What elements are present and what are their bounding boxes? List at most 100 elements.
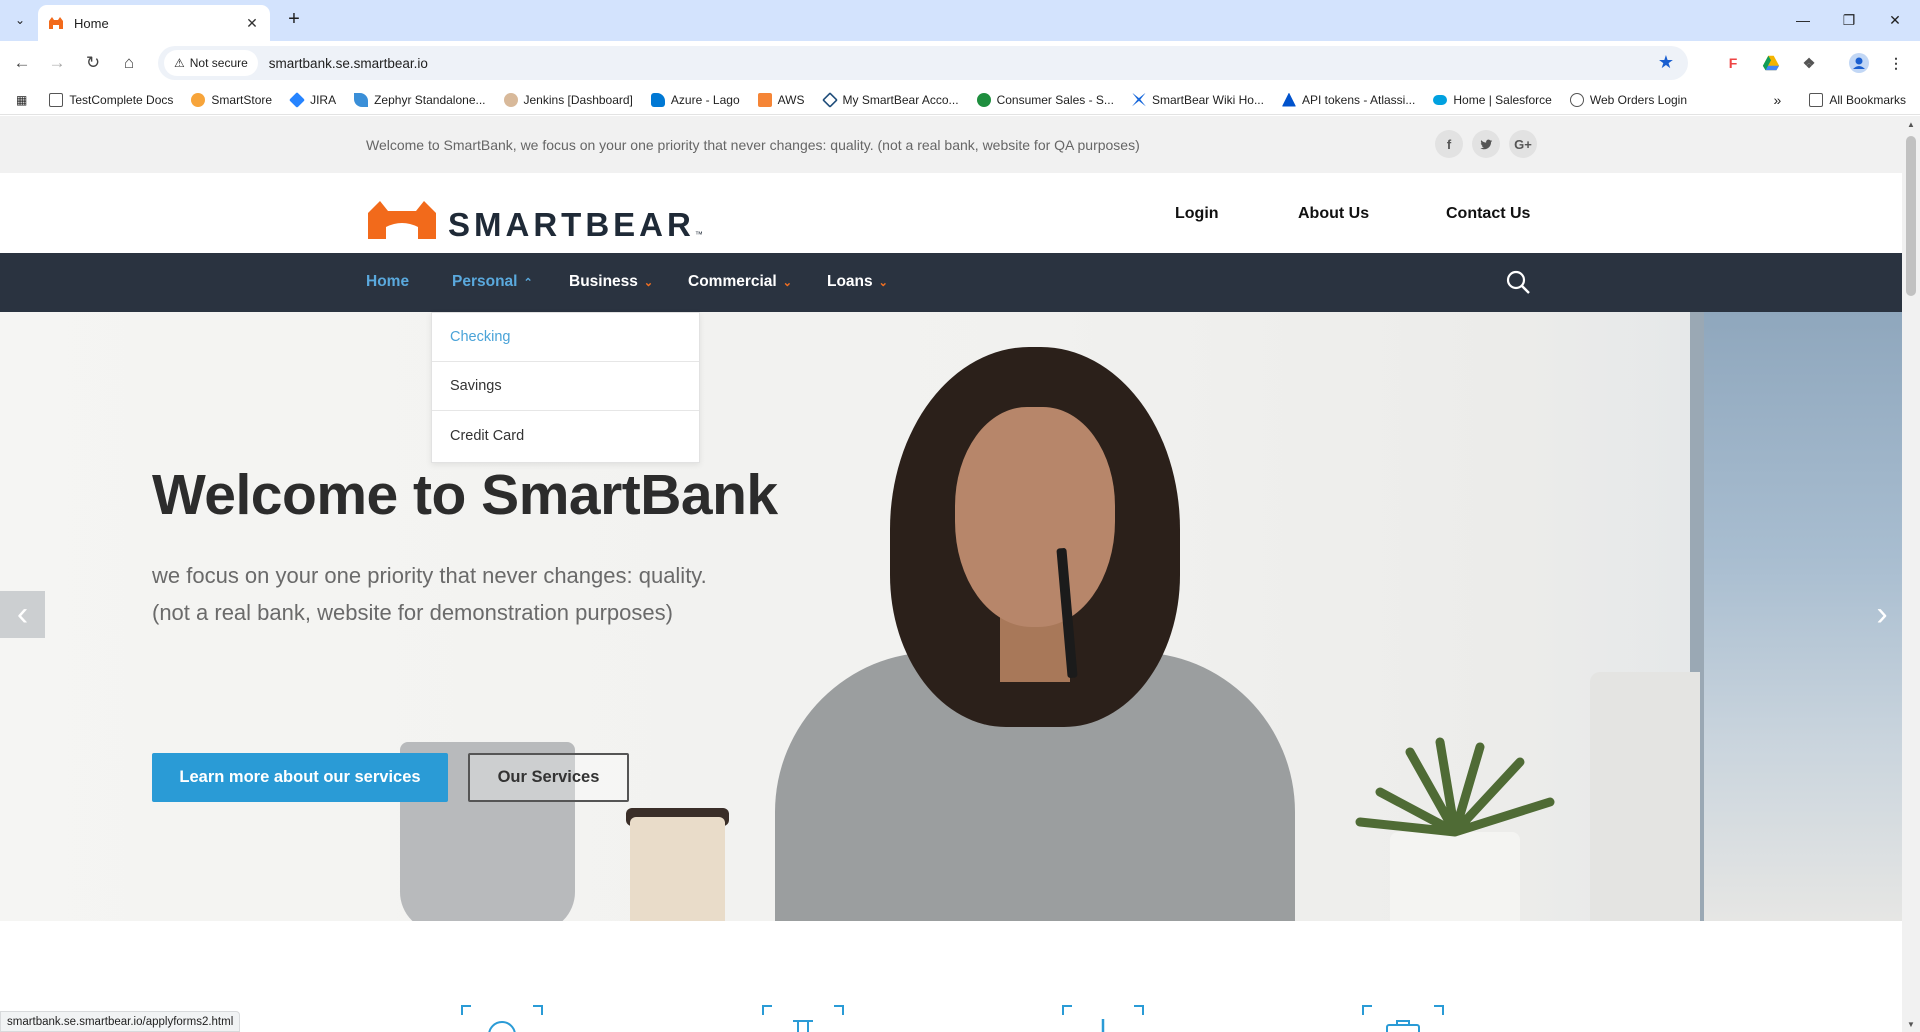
globe-icon [1569, 92, 1584, 107]
google-plus-icon[interactable]: G+ [1509, 130, 1537, 158]
site-info-chip[interactable]: ⚠ Not secure [164, 50, 258, 76]
reload-icon[interactable]: ↻ [80, 50, 106, 76]
nav-home[interactable]: Home [366, 273, 409, 291]
azure-icon [650, 92, 665, 107]
close-window-icon[interactable]: ✕ [1872, 0, 1918, 40]
tab-search-icon[interactable]: ⌄ [8, 8, 32, 32]
nav-loans[interactable]: Loans ⌄ [827, 273, 888, 291]
about-us-link[interactable]: About Us [1298, 205, 1369, 223]
hero-title: Welcome to SmartBank [152, 463, 778, 527]
bookmark-item[interactable]: Azure - Lago [650, 92, 740, 107]
nav-commercial-label: Commercial [688, 273, 777, 290]
minimize-icon[interactable]: — [1780, 0, 1826, 40]
aws-icon [757, 92, 772, 107]
laptop-image [1590, 672, 1700, 921]
smartstore-icon [191, 92, 206, 107]
home-icon[interactable]: ⌂ [116, 50, 142, 76]
web-page: Welcome to SmartBank, we focus on your o… [0, 116, 1902, 1032]
browser-toolbar: ← → ↻ ⌂ ⚠ Not secure smartbank.se.smartb… [0, 41, 1920, 85]
nav-commercial[interactable]: Commercial ⌄ [688, 273, 792, 291]
smartbear-icon [821, 91, 838, 108]
nav-loans-label: Loans [827, 273, 873, 290]
scroll-thumb[interactable] [1906, 136, 1916, 296]
hero-carousel: Welcome to SmartBank we focus on your on… [0, 312, 1902, 921]
status-url-bubble: smartbank.se.smartbear.io/applyforms2.ht… [0, 1011, 241, 1032]
hero-subtitle: we focus on your one priority that never… [152, 557, 852, 631]
facebook-icon[interactable]: f [1435, 130, 1463, 158]
salesforce-icon [1433, 94, 1448, 105]
bookmark-item[interactable]: Web Orders Login [1569, 92, 1687, 107]
bookmark-item[interactable]: TestComplete Docs [49, 92, 173, 107]
restore-icon[interactable]: ❐ [1826, 0, 1872, 40]
bookmark-item[interactable]: Zephyr Standalone... [354, 92, 486, 107]
page-scrollbar[interactable]: ▲ ▼ [1902, 116, 1920, 1032]
feature-icon-frame [762, 1005, 844, 1032]
google-drive-icon[interactable] [1761, 53, 1781, 73]
carousel-prev-icon[interactable]: ‹ [0, 591, 45, 638]
bookmark-star-icon[interactable]: ★ [1658, 52, 1674, 73]
bookmarks-bar: ▦ TestComplete Docs SmartStore JIRA Zeph… [0, 85, 1920, 115]
extensions-puzzle-icon[interactable]: ❖ [1799, 53, 1819, 73]
contact-us-link[interactable]: Contact Us [1446, 205, 1530, 223]
tab-close-icon[interactable]: ✕ [244, 15, 260, 32]
jira-icon [289, 91, 305, 108]
url-text[interactable]: smartbank.se.smartbear.io [269, 56, 428, 71]
nav-business-label: Business [569, 273, 638, 290]
bookmark-item[interactable]: API tokens - Atlassi... [1281, 92, 1415, 107]
personal-dropdown-menu: Checking Savings Credit Card [431, 312, 700, 463]
tab-title: Home [74, 15, 109, 31]
profile-avatar-icon[interactable] [1849, 53, 1869, 73]
our-services-button[interactable]: Our Services [468, 753, 629, 802]
folder-icon [49, 92, 64, 107]
search-icon[interactable] [1505, 269, 1531, 295]
forward-icon[interactable]: → [44, 50, 70, 76]
chevron-down-icon: ⌄ [878, 276, 888, 289]
bookmark-item[interactable]: Jenkins [Dashboard] [503, 92, 633, 107]
scroll-down-icon[interactable]: ▼ [1902, 1016, 1920, 1032]
browser-menu-icon[interactable]: ⋮ [1886, 53, 1906, 73]
confluence-icon [1131, 92, 1146, 107]
bookmark-item[interactable]: SmartBear Wiki Ho... [1131, 92, 1264, 107]
feature-icon-frame [461, 1005, 543, 1032]
chevron-up-icon: ⌃ [523, 276, 533, 289]
woman-face-image [955, 407, 1115, 627]
bookmarks-right: » All Bookmarks [1774, 92, 1906, 108]
new-tab-button[interactable]: + [282, 8, 306, 32]
apps-grid-icon[interactable]: ▦ [16, 93, 27, 107]
bookmark-item[interactable]: My SmartBear Acco... [821, 91, 959, 108]
topbar-welcome-text: Welcome to SmartBank, we focus on your o… [366, 137, 1140, 153]
feature-icon-frame [1362, 1005, 1444, 1032]
dropdown-item-checking[interactable]: Checking [432, 313, 699, 362]
chevron-down-icon: ⌄ [782, 276, 792, 289]
security-label: Not secure [189, 56, 248, 70]
logo-text: SMARTBEAR [448, 206, 695, 243]
address-bar[interactable]: ⚠ Not secure smartbank.se.smartbear.io ★ [158, 46, 1688, 80]
chevron-down-icon: ⌄ [643, 276, 654, 289]
login-link[interactable]: Login [1175, 205, 1219, 223]
site-header: SMARTBEAR ™ Login About Us Contact Us [0, 173, 1902, 253]
bookmark-item[interactable]: SmartStore [191, 92, 272, 107]
learn-more-button[interactable]: Learn more about our services [152, 753, 448, 802]
nav-personal[interactable]: Personal ⌃ [452, 273, 533, 291]
bookmark-item[interactable]: Home | Salesforce [1433, 93, 1552, 107]
site-topbar: Welcome to SmartBank, we focus on your o… [0, 116, 1902, 173]
bookmark-item[interactable]: Consumer Sales - S... [976, 92, 1114, 107]
dropdown-item-savings[interactable]: Savings [432, 362, 699, 411]
extension-f-icon[interactable]: F [1723, 53, 1743, 73]
bookmark-item[interactable]: AWS [757, 92, 805, 107]
main-navigation: Home Personal ⌃ Business ⌄ Commercial ⌄ … [0, 253, 1902, 312]
back-icon[interactable]: ← [9, 50, 35, 76]
browser-tab-home[interactable]: Home ✕ [38, 5, 270, 41]
carousel-next-icon[interactable]: › [1862, 591, 1902, 638]
all-bookmarks-label[interactable]: All Bookmarks [1829, 93, 1906, 107]
twitter-icon[interactable] [1472, 130, 1500, 158]
warning-icon: ⚠ [174, 56, 185, 70]
scroll-up-icon[interactable]: ▲ [1902, 116, 1920, 132]
bookmark-item[interactable]: JIRA [289, 91, 336, 108]
hero-subtitle-line2: (not a real bank, website for demonstrat… [152, 600, 673, 625]
nav-business[interactable]: Business ⌄ [569, 273, 653, 291]
logo-trademark: ™ [694, 230, 703, 239]
dropdown-item-credit-card[interactable]: Credit Card [432, 411, 699, 460]
more-bookmarks-icon[interactable]: » [1774, 92, 1782, 108]
smartbear-logo[interactable]: SMARTBEAR ™ [366, 199, 703, 241]
